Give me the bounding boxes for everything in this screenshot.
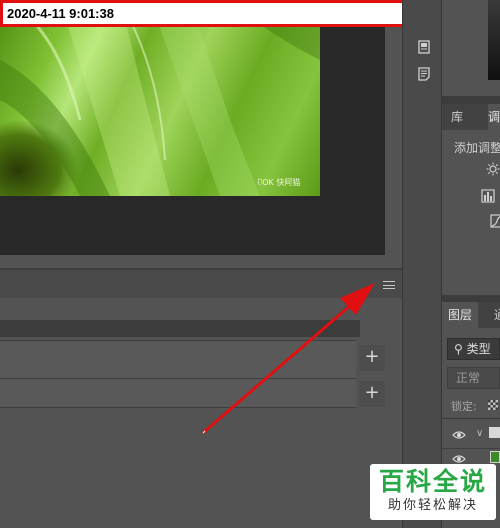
- document-canvas[interactable]: ꀀOK 快阿猫: [0, 0, 385, 255]
- search-icon: ⚲: [454, 342, 463, 356]
- eye-icon[interactable]: [452, 430, 466, 440]
- tab-library[interactable]: 库: [442, 104, 472, 130]
- tab-layers[interactable]: 图层: [442, 302, 478, 328]
- lock-label: 锁定:: [451, 400, 477, 413]
- brand-title: 百科全说: [378, 467, 487, 496]
- layers-tabs: 图层 通: [442, 302, 500, 328]
- timeline-ruler[interactable]: [0, 320, 360, 337]
- tab-adjustments[interactable]: 调: [488, 104, 500, 130]
- timeline-track[interactable]: [0, 340, 356, 379]
- blend-mode-select[interactable]: 正常: [447, 367, 500, 389]
- chevron-down-icon[interactable]: ∨: [476, 428, 483, 439]
- layer-thumbnail: [490, 451, 500, 463]
- panel-separator: [442, 295, 500, 302]
- leaf-photo: [0, 0, 320, 196]
- adjustments-title: 添加调整: [454, 141, 500, 155]
- eye-icon[interactable]: [452, 454, 466, 464]
- curves-icon[interactable]: [490, 214, 500, 228]
- brightness-icon[interactable]: [486, 162, 500, 176]
- canvas-watermark: ꀀOK 快阿猫: [256, 178, 301, 187]
- timeline-track[interactable]: [0, 379, 356, 408]
- hamburger-menu-icon[interactable]: [383, 281, 395, 289]
- lock-transparency-icon[interactable]: [488, 400, 498, 410]
- library-adjust-tabs: 库 调: [442, 104, 500, 130]
- canvas-image: ꀀOK 快阿猫: [0, 0, 320, 196]
- properties-icon[interactable]: [417, 40, 431, 54]
- levels-icon[interactable]: [481, 189, 495, 203]
- panel-gap: [0, 255, 400, 269]
- layers-divider: [442, 418, 500, 419]
- add-media-button[interactable]: +: [359, 345, 385, 371]
- layer-filter-select[interactable]: ⚲ 类型: [447, 338, 500, 360]
- panel-separator: [442, 96, 500, 104]
- navigator-preview: [488, 0, 500, 80]
- timeline-panel-header: [0, 270, 402, 298]
- layer-filter-value: 类型: [466, 342, 491, 356]
- add-media-button[interactable]: +: [359, 381, 385, 407]
- video-group-icon: [489, 427, 500, 438]
- brand-logo: 百科全说 助你轻松解决: [370, 464, 496, 520]
- tab-channels[interactable]: 通: [494, 302, 500, 328]
- brand-subtitle: 助你轻松解决: [387, 498, 478, 513]
- notes-icon[interactable]: [417, 67, 431, 81]
